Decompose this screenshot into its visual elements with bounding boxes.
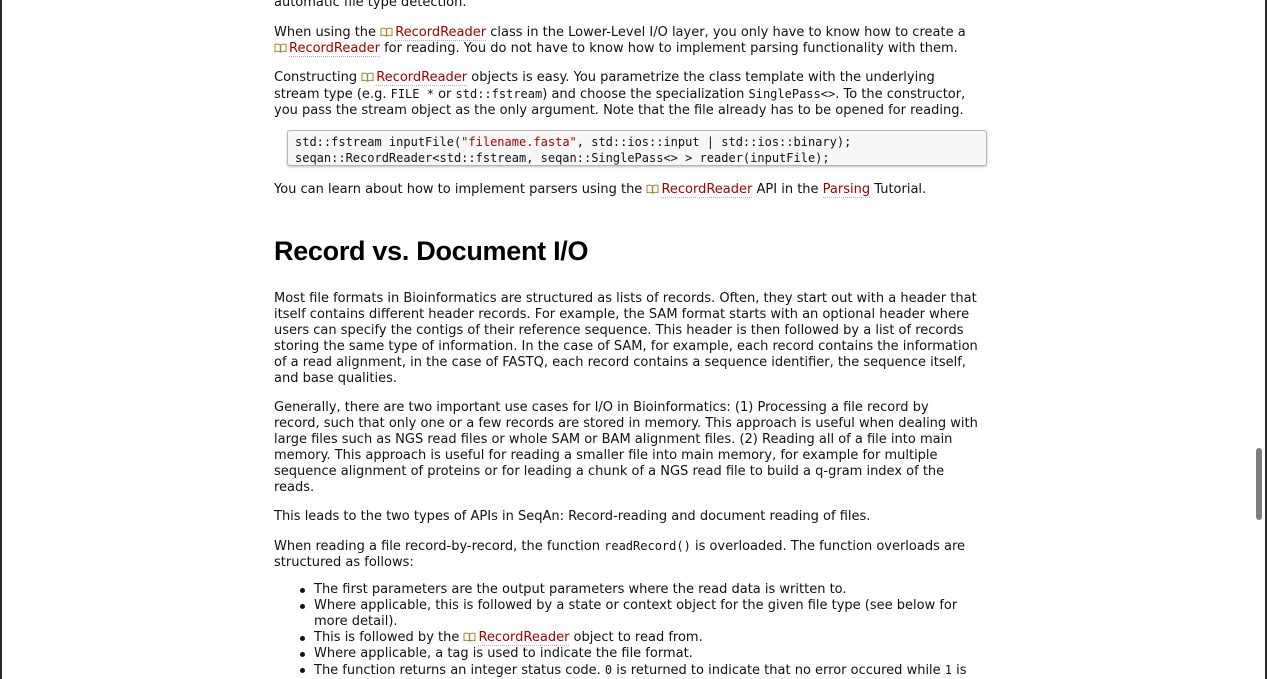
text-line: reads. xyxy=(274,480,315,495)
text: . To the constructor, xyxy=(835,87,966,102)
vertical-scrollbar-thumb[interactable] xyxy=(1256,448,1262,520)
text-line: Most file formats in Bioinformatics are … xyxy=(274,291,977,306)
text-line: sequence alignment of proteins or for le… xyxy=(274,464,945,479)
text-line: of a read alignment, in the case of FAST… xyxy=(274,355,966,370)
text: more detail). xyxy=(314,614,398,629)
paragraph-readrecord: When reading a file record-by-record, th… xyxy=(274,538,1014,571)
paragraph-api-types: This leads to the two types of APIs in S… xyxy=(274,509,871,524)
overload-structure-list: The first parameters are the output para… xyxy=(274,582,1014,679)
book-icon xyxy=(646,184,659,194)
text: ) and choose the specialization xyxy=(542,87,749,102)
book-icon xyxy=(274,43,287,53)
text: objects is easy. You parametrize the cla… xyxy=(467,70,935,85)
text: When reading a file record-by-record, th… xyxy=(274,539,605,554)
list-item: Where applicable, a tag is used to indic… xyxy=(300,646,1014,662)
text-line: record, such that only one or a few reco… xyxy=(274,416,978,431)
recordreader-link[interactable]: RecordReader xyxy=(376,70,468,86)
paragraph-recordreader-intro: When using the RecordReader class in the… xyxy=(274,25,1014,57)
section-heading: Record vs. Document I/O xyxy=(274,236,589,266)
text-line: memory. This approach is useful for read… xyxy=(274,448,938,463)
window-edge-left xyxy=(0,0,2,679)
text: Constructing xyxy=(274,70,362,85)
list-item: This is followed by the RecordReader obj… xyxy=(300,630,1014,646)
paragraph-file-formats: Most file formats in Bioinformatics are … xyxy=(274,291,1014,387)
recordreader-link[interactable]: RecordReader xyxy=(478,630,570,646)
code-text: seqan::RecordReader<std::fstream, seqan:… xyxy=(295,151,830,165)
text-line: itself contains different header records… xyxy=(274,307,970,322)
recordreader-link[interactable]: RecordReader xyxy=(661,182,753,198)
code-text: std::fstream inputFile( xyxy=(295,135,462,149)
recordreader-link[interactable]: RecordReader xyxy=(395,25,487,41)
code-text: , std::ios::input | std::ios::binary); xyxy=(576,135,852,149)
inline-code: FILE * xyxy=(390,87,434,101)
text: is returned to indicate that no error oc… xyxy=(612,663,945,678)
text-line: and base qualities. xyxy=(274,371,398,386)
intro-fragment: automatic file type detection. xyxy=(274,0,467,10)
text: When using the xyxy=(274,25,381,40)
code-block[interactable]: std::fstream inputFile("filename.fasta",… xyxy=(287,130,987,166)
text: class in the Lower-Level I/O layer, you … xyxy=(486,25,966,40)
inline-code: readRecord() xyxy=(604,539,691,553)
inline-code: 1 xyxy=(944,663,953,677)
parsing-tutorial-link[interactable]: Parsing xyxy=(822,182,871,198)
text: Where applicable, this is followed by a … xyxy=(314,598,958,613)
book-icon xyxy=(380,27,393,37)
text-line: storing the same type of information. In… xyxy=(274,339,978,354)
text-line: Generally, there are two important use c… xyxy=(274,400,929,415)
recordreader-link[interactable]: RecordReader xyxy=(289,41,380,57)
code-string: "filename.fasta" xyxy=(461,135,577,149)
text: You can learn about how to implement par… xyxy=(274,182,647,197)
text: for reading. You do not have to know how… xyxy=(379,41,958,56)
text: is xyxy=(952,663,967,678)
text: or xyxy=(433,87,456,102)
text-line: large files such as NGS read files or wh… xyxy=(274,432,953,447)
text: This is followed by the xyxy=(314,630,464,645)
text: Tutorial. xyxy=(870,182,927,197)
text: The function returns an integer status c… xyxy=(314,663,605,678)
book-icon xyxy=(361,72,374,82)
text: Where applicable, a tag is used to indic… xyxy=(314,646,693,661)
list-item: The first parameters are the output para… xyxy=(300,582,1014,598)
inline-code: std::fstream xyxy=(455,87,543,101)
text: stream type (e.g. xyxy=(274,87,391,102)
text: The first parameters are the output para… xyxy=(314,582,847,597)
paragraph-constructing: Constructing RecordReader objects is eas… xyxy=(274,70,1014,119)
paragraph-use-cases: Generally, there are two important use c… xyxy=(274,400,1014,496)
inline-code: SinglePass<> xyxy=(748,87,836,101)
text: object to read from. xyxy=(569,630,703,645)
text: is overloaded. The function overloads ar… xyxy=(690,539,966,554)
text: structured as follows: xyxy=(274,555,414,570)
text: you pass the stream object as the only a… xyxy=(274,103,964,118)
text: API in the xyxy=(752,182,823,197)
list-item: Where applicable, this is followed by a … xyxy=(300,598,1014,630)
text-line: users can specify the contigs of their r… xyxy=(274,323,964,338)
list-item: The function returns an integer status c… xyxy=(300,662,1014,679)
paragraph-learn-more: You can learn about how to implement par… xyxy=(274,182,1014,198)
book-icon xyxy=(463,632,476,642)
